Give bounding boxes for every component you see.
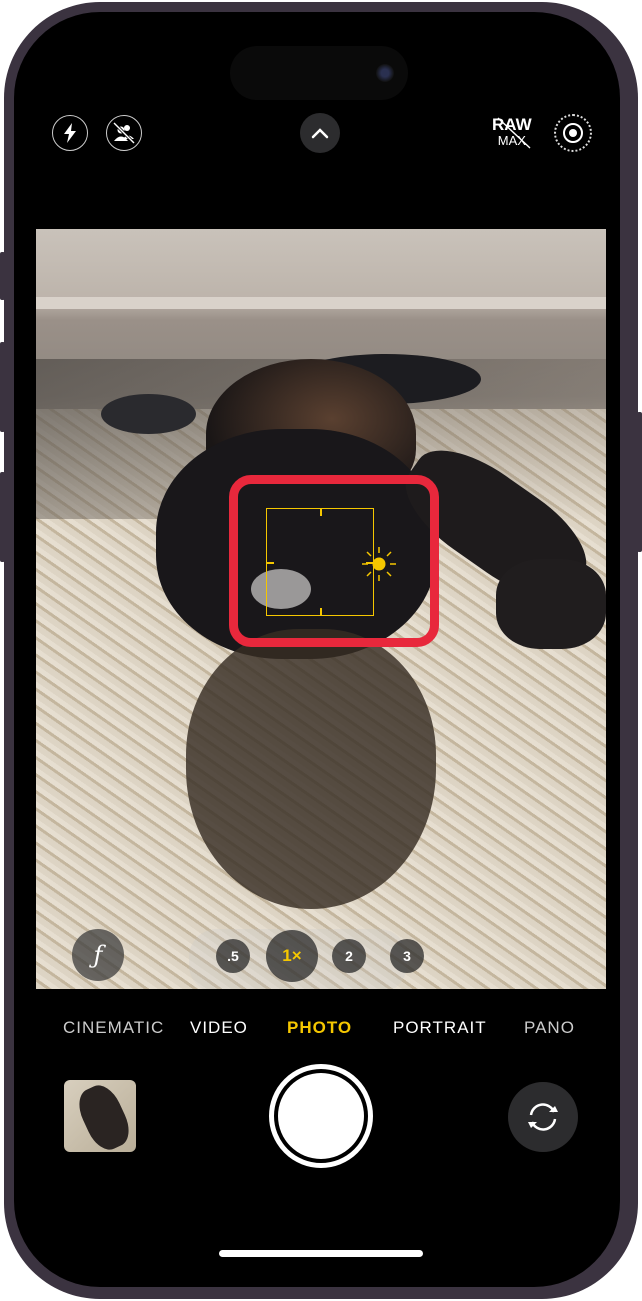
cat-paw [496, 559, 606, 649]
live-photo-icon [563, 123, 583, 143]
shutter-inner [278, 1073, 364, 1159]
shutter-button[interactable] [269, 1064, 373, 1168]
aperture-button[interactable]: ƒ [72, 929, 124, 981]
action-button [0, 252, 5, 300]
viewfinder[interactable]: ƒ .5 1× 2 3 [36, 229, 606, 989]
volume-down-button [0, 472, 5, 562]
focus-tick [267, 562, 274, 564]
front-camera [376, 64, 394, 82]
focus-square[interactable] [266, 508, 374, 616]
focus-tick [320, 608, 322, 615]
power-button [637, 412, 642, 552]
camera-flip-icon [528, 1103, 558, 1131]
zoom-3-button[interactable]: 3 [390, 939, 424, 973]
live-photo-button[interactable] [554, 114, 592, 152]
focus-tick [320, 509, 322, 516]
chevron-up-icon [311, 128, 329, 139]
mode-pano[interactable]: PANO [524, 1018, 575, 1038]
zoom-0-5-button[interactable]: .5 [216, 939, 250, 973]
camera-flip-button[interactable] [508, 1082, 578, 1152]
person-slash-icon [112, 122, 136, 144]
live-toggle-button[interactable] [106, 115, 142, 151]
mode-video[interactable]: VIDEO [190, 1018, 248, 1038]
thumbnail-cat [72, 1080, 136, 1152]
cat-shadow [186, 629, 436, 909]
slash-icon [497, 117, 531, 149]
sun-icon[interactable] [360, 545, 398, 583]
mode-photo[interactable]: PHOTO [287, 1018, 352, 1038]
mode-portrait[interactable]: PORTRAIT [393, 1018, 487, 1038]
home-indicator[interactable] [219, 1250, 423, 1257]
zoom-2-button[interactable]: 2 [332, 939, 366, 973]
mode-cinematic[interactable]: CINEMATIC [63, 1018, 164, 1038]
volume-up-button [0, 342, 5, 432]
mode-carousel: CINEMATIC VIDEO PHOTO PORTRAIT PANO [14, 1018, 620, 1042]
bolt-icon [64, 123, 76, 143]
flash-button[interactable] [52, 115, 88, 151]
wall [36, 229, 606, 299]
raw-max-button[interactable]: RAW MAX [492, 116, 532, 149]
photo-thumbnail[interactable] [64, 1080, 136, 1152]
expand-controls-button[interactable] [300, 113, 340, 153]
zoom-1x-button[interactable]: 1× [266, 930, 318, 982]
camera-screen: RAW MAX ƒ .5 1× 2 3 CINEMATIC VIDEO PHOT… [14, 12, 620, 1287]
cat-shadow-small [101, 394, 196, 434]
baseboard [36, 297, 606, 309]
